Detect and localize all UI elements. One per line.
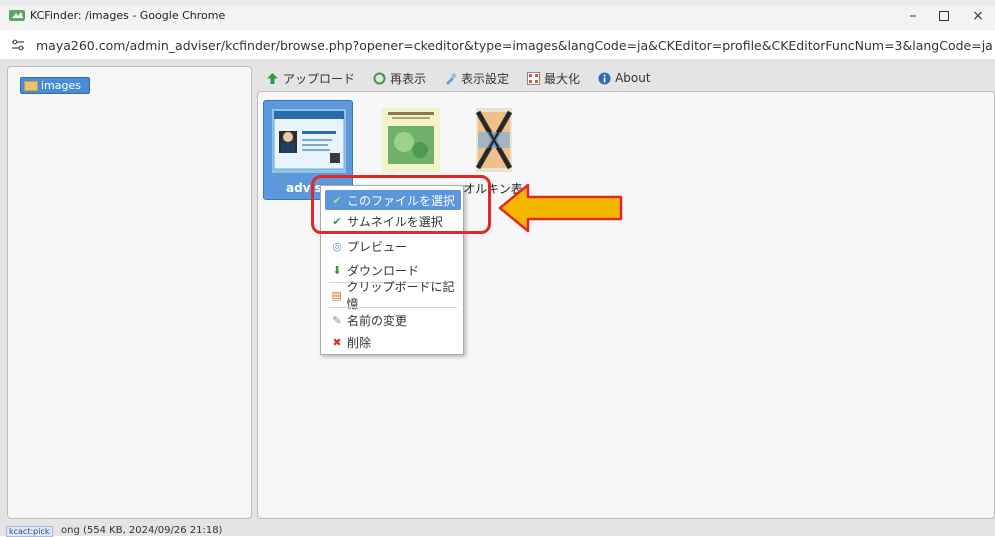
close-icon: × xyxy=(972,8,984,24)
rename-icon: ✎ xyxy=(332,313,342,327)
window-title: KCFinder: /images - Google Chrome xyxy=(30,9,226,22)
id-card-thumbnail xyxy=(272,109,346,173)
status-text: ong (554 KB, 2024/09/26 21:18) xyxy=(61,525,223,536)
status-tag: kcact:pick xyxy=(6,526,53,537)
menu-item-delete[interactable]: ✖ 削除 xyxy=(325,332,461,352)
url-field[interactable]: maya260.com/admin_adviser/kcfinder/brows… xyxy=(36,38,993,53)
download-icon: ⬇ xyxy=(332,263,342,277)
view-settings-button[interactable]: 表示設定 xyxy=(444,70,509,87)
menu-item-label: ダウンロード xyxy=(347,263,420,278)
menu-item-label: 名前の変更 xyxy=(347,313,408,328)
info-icon xyxy=(598,72,611,84)
maximize-button[interactable] xyxy=(928,6,960,26)
window-titlebar: KCFinder: /images - Google Chrome – × xyxy=(0,0,995,30)
arrow-annotation-icon xyxy=(498,183,623,233)
maximize-view-icon xyxy=(527,71,541,85)
upload-icon xyxy=(267,72,278,84)
upload-label: アップロード xyxy=(283,71,356,86)
folder-item-images[interactable]: images xyxy=(20,77,90,94)
menu-item-clipboard[interactable]: ▤ クリップボードに記憶 xyxy=(325,280,461,311)
preview-icon: ◎ xyxy=(332,239,342,253)
minimize-button[interactable]: – xyxy=(897,6,929,26)
kcfinder-app: images アップロード 再表示 表示設定 最大化 About advise … xyxy=(0,60,995,524)
guidebook-thumbnail xyxy=(382,108,440,172)
clipboard-icon: ▤ xyxy=(331,288,342,302)
toolbar: アップロード 再表示 表示設定 最大化 About xyxy=(258,66,995,90)
about-button[interactable]: About xyxy=(598,71,651,85)
maximize-view-label: 最大化 xyxy=(544,71,581,86)
menu-item-download[interactable]: ⬇ ダウンロード xyxy=(325,260,461,280)
address-bar: maya260.com/admin_adviser/kcfinder/brows… xyxy=(0,30,995,60)
delete-icon: ✖ xyxy=(332,335,342,349)
minimize-icon: – xyxy=(909,8,917,24)
site-info-icon[interactable] xyxy=(11,39,25,51)
about-label: About xyxy=(615,71,651,85)
menu-item-rename[interactable]: ✎ 名前の変更 xyxy=(325,310,461,330)
chart-table-thumbnail xyxy=(475,108,513,172)
highlight-annotation xyxy=(311,175,491,234)
view-settings-label: 表示設定 xyxy=(461,71,510,86)
folder-tree-panel: images xyxy=(7,66,252,519)
kcfinder-app-icon xyxy=(9,10,25,21)
menu-item-label: 削除 xyxy=(347,335,372,350)
refresh-icon xyxy=(373,72,386,84)
menu-item-label: プレビュー xyxy=(347,239,408,254)
menu-item-preview[interactable]: ◎ プレビュー xyxy=(325,236,461,256)
menu-separator xyxy=(329,307,457,308)
maximize-view-button[interactable]: 最大化 xyxy=(527,70,580,87)
settings-icon xyxy=(446,72,457,85)
top-strip xyxy=(0,0,995,6)
upload-button[interactable]: アップロード xyxy=(266,70,355,87)
close-button[interactable]: × xyxy=(962,6,994,26)
refresh-label: 再表示 xyxy=(390,71,427,86)
refresh-button[interactable]: 再表示 xyxy=(373,70,426,87)
maximize-icon xyxy=(939,11,949,21)
folder-icon xyxy=(24,80,38,91)
folder-label: images xyxy=(41,79,81,92)
